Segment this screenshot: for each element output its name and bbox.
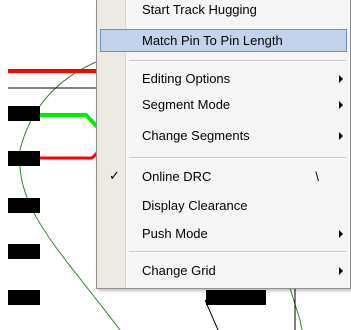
pad [8, 198, 40, 213]
submenu-arrow-icon [339, 75, 343, 83]
pad [8, 106, 40, 121]
pad [8, 151, 40, 166]
pad [206, 290, 266, 305]
red-trace-top [8, 69, 108, 82]
context-menu: Start Track Hugging Match Pin To Pin Len… [96, 0, 351, 289]
menu-item-change-grid[interactable]: Change Grid [100, 259, 347, 282]
menu-separator [129, 60, 346, 62]
submenu-arrow-icon [339, 132, 343, 140]
pad [8, 290, 40, 305]
menu-separator [129, 157, 346, 159]
menu-item-segment-mode[interactable]: Segment Mode [100, 93, 347, 116]
menu-separator [129, 251, 346, 253]
submenu-arrow-icon [339, 267, 343, 275]
shortcut-label: \ [315, 169, 319, 184]
pad [8, 244, 40, 259]
checkmark-icon: ✓ [109, 168, 120, 183]
submenu-arrow-icon [339, 101, 343, 109]
menu-item-match-pin-to-pin-length[interactable]: Match Pin To Pin Length [100, 29, 347, 52]
menu-item-start-track-hugging[interactable]: Start Track Hugging [100, 0, 347, 21]
menu-item-change-segments[interactable]: Change Segments [100, 124, 347, 147]
submenu-arrow-icon [339, 230, 343, 238]
menu-item-editing-options[interactable]: Editing Options [100, 67, 347, 90]
menu-item-display-clearance[interactable]: Display Clearance [100, 194, 347, 217]
red-trace-bottom [40, 148, 102, 160]
menu-item-online-drc[interactable]: ✓ Online DRC \ [100, 165, 347, 188]
menu-item-push-mode[interactable]: Push Mode [100, 222, 347, 245]
